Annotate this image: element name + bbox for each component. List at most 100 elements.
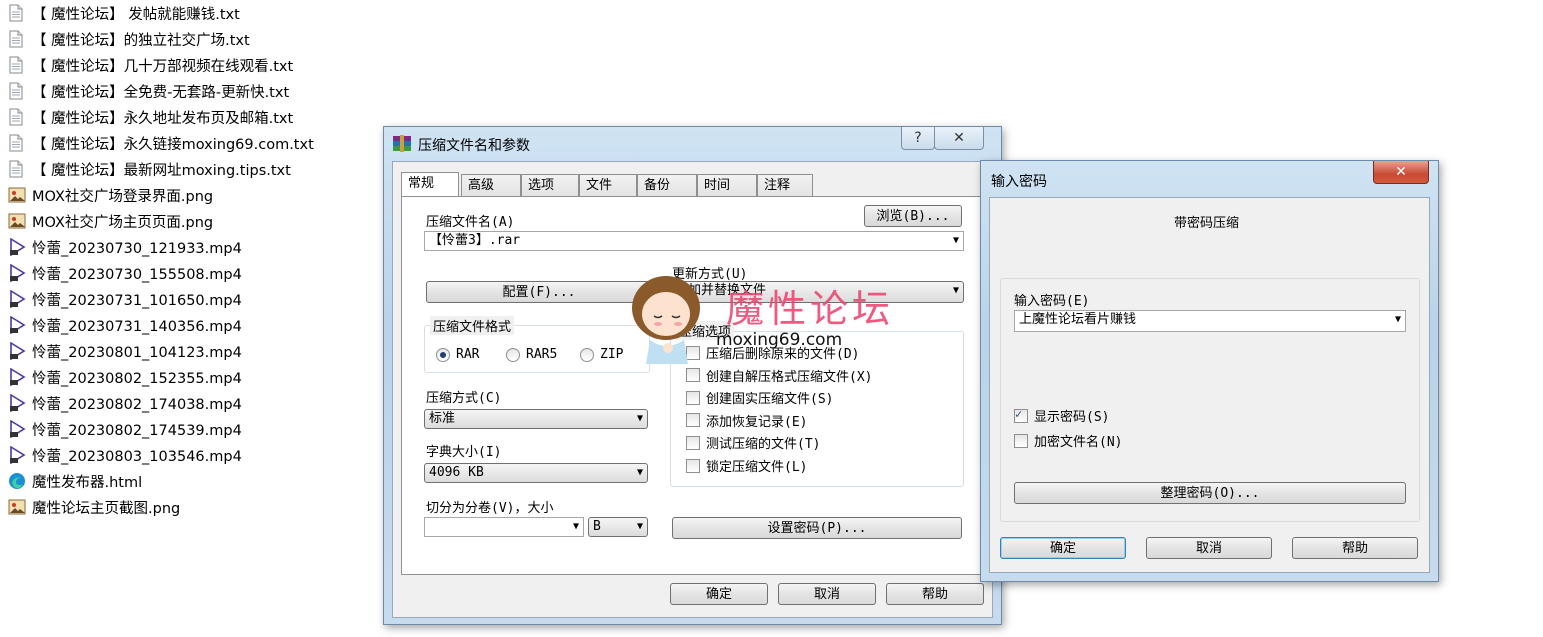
video-file-icon [8, 446, 26, 464]
password-combo[interactable]: 上魔性论坛看片赚钱 ▼ [1014, 310, 1406, 332]
file-name: 怜蕾_20230802_174038.mp4 [32, 396, 242, 413]
checkbox-box [686, 435, 700, 450]
file-item[interactable]: 怜蕾_20230730_121933.mp4 [8, 234, 378, 260]
split-size-combo[interactable]: ▼ [424, 517, 584, 537]
password-dialog: 输入密码 ✕ 带密码压缩 输入密码(E) 上魔性论坛看片赚钱 ▼ 显示密码(S)… [980, 160, 1439, 582]
browse-button[interactable]: 浏览(B)... [864, 205, 962, 227]
help-title-button[interactable]: ? [901, 127, 935, 150]
text-file-icon [8, 4, 26, 22]
winrar-icon [392, 135, 412, 153]
option-checkbox[interactable]: 压缩后删除原来的文件(D) [686, 343, 859, 362]
help-button[interactable]: 帮助 [1292, 537, 1418, 559]
radio-dot [506, 347, 520, 362]
tab-comment[interactable]: 注释 [757, 174, 813, 196]
radio-rar5[interactable]: RAR5 [506, 347, 557, 362]
file-item[interactable]: 怜蕾_20230730_155508.mp4 [8, 260, 378, 286]
password-dialog-titlebar[interactable]: 输入密码 ✕ [981, 161, 1438, 195]
tab-options[interactable]: 选项 [521, 174, 579, 196]
file-item[interactable]: 怜蕾_20230802_174038.mp4 [8, 390, 378, 416]
tab-general[interactable]: 常规 [401, 172, 459, 196]
update-mode-combo[interactable]: 添加并替换文件 ▼ [670, 281, 964, 303]
file-name: 魔性发布器.html [32, 474, 143, 491]
text-file-icon [8, 30, 26, 48]
tab-label: 高级 [468, 178, 495, 193]
show-password-checkbox[interactable]: 显示密码(S) [1014, 406, 1109, 425]
archive-dialog-titlebar[interactable]: 压缩文件名和参数 ? ✕ [384, 127, 1001, 161]
ok-button[interactable]: 确定 [1000, 537, 1126, 559]
video-file-icon [8, 368, 26, 386]
checkbox-box-checked [1014, 407, 1028, 423]
dict-combo[interactable]: 4096 KB ▼ [424, 463, 648, 483]
close-title-button[interactable]: ✕ [1373, 161, 1429, 184]
archive-name-combo[interactable]: 【怜蕾3】.rar ▼ [424, 231, 964, 251]
file-item[interactable]: 怜蕾_20230803_103546.mp4 [8, 442, 378, 468]
radio-label: RAR [456, 347, 480, 362]
set-password-button[interactable]: 设置密码(P)... [672, 517, 962, 539]
file-item[interactable]: 【 魔性论坛】几十万部视频在线观看.txt [8, 52, 378, 78]
radio-label: RAR5 [526, 347, 558, 362]
file-item[interactable]: 【 魔性论坛】最新网址moxing.tips.txt [8, 156, 378, 182]
update-mode-label: 更新方式(U) [672, 267, 748, 282]
radio-dot-selected [436, 347, 450, 362]
file-item[interactable]: 怜蕾_20230731_140356.mp4 [8, 312, 378, 338]
file-name: 【 魔性论坛】几十万部视频在线观看.txt [32, 58, 294, 75]
profiles-button[interactable]: 配置(F)... [426, 281, 652, 303]
option-checkbox[interactable]: 锁定压缩文件(L) [686, 456, 807, 475]
tab-time[interactable]: 时间 [697, 174, 757, 196]
help-button[interactable]: 帮助 [886, 583, 984, 605]
dropdown-arrow-icon: ▼ [572, 521, 579, 532]
split-unit-combo[interactable]: B ▼ [588, 517, 648, 537]
ok-button[interactable]: 确定 [670, 583, 768, 605]
tab-backup[interactable]: 备份 [637, 174, 697, 196]
video-file-icon [8, 394, 26, 412]
close-title-button[interactable]: ✕ [934, 127, 984, 150]
option-checkbox[interactable]: 创建固实压缩文件(S) [686, 388, 833, 407]
dropdown-arrow-icon: ▼ [636, 413, 643, 424]
file-item[interactable]: 魔性发布器.html [8, 468, 378, 494]
radio-zip[interactable]: ZIP [580, 347, 623, 362]
cancel-button[interactable]: 取消 [1146, 537, 1272, 559]
file-item[interactable]: 魔性论坛主页截图.png [8, 494, 378, 520]
file-item[interactable]: MOX社交广场登录界面.png [8, 182, 378, 208]
checkbox-label: 压缩后删除原来的文件(D) [706, 347, 860, 362]
radio-rar[interactable]: RAR [436, 347, 479, 362]
dict-label: 字典大小(I) [426, 445, 502, 460]
file-item[interactable]: 【 魔性论坛】的独立社交广场.txt [8, 26, 378, 52]
tab-label: 注释 [764, 178, 791, 193]
file-item[interactable]: 【 魔性论坛】永久地址发布页及邮箱.txt [8, 104, 378, 130]
option-checkbox[interactable]: 测试压缩的文件(T) [686, 433, 820, 452]
option-checkbox[interactable]: 添加恢复记录(E) [686, 411, 807, 430]
text-file-icon [8, 82, 26, 100]
file-item[interactable]: 怜蕾_20230802_152355.mp4 [8, 364, 378, 390]
method-combo[interactable]: 标准 ▼ [424, 409, 648, 429]
file-item[interactable]: 怜蕾_20230731_101650.mp4 [8, 286, 378, 312]
checkbox-box [686, 413, 700, 428]
tab-page-general: 压缩文件名(A) 浏览(B)... 【怜蕾3】.rar ▼ 更新方式(U) 配置… [401, 196, 985, 575]
checkbox-label: 创建固实压缩文件(S) [706, 392, 834, 408]
cancel-button[interactable]: 取消 [778, 583, 876, 605]
file-name: 【 魔性论坛】的独立社交广场.txt [32, 32, 250, 49]
file-name: 怜蕾_20230731_101650.mp4 [32, 292, 242, 309]
file-item[interactable]: MOX社交广场主页页面.png [8, 208, 378, 234]
file-item[interactable]: 【 魔性论坛】 发帖就能赚钱.txt [8, 0, 378, 26]
checkbox-label: 加密文件名(N) [1034, 435, 1123, 450]
password-dialog-body: 带密码压缩 输入密码(E) 上魔性论坛看片赚钱 ▼ 显示密码(S) 加密文件名(… [989, 197, 1430, 573]
file-item[interactable]: 怜蕾_20230802_174539.mp4 [8, 416, 378, 442]
file-name: 【 魔性论坛】永久链接moxing69.com.txt [32, 136, 314, 153]
archive-dialog: 压缩文件名和参数 ? ✕ 常规 高级 选项 文件 备份 时间 注释 压缩文件名(… [383, 126, 1002, 625]
dropdown-arrow-icon: ▼ [1394, 314, 1401, 325]
file-name: MOX社交广场主页页面.png [32, 214, 214, 231]
dropdown-arrow-icon: ▼ [636, 467, 643, 478]
close-icon: ✕ [953, 130, 965, 146]
split-label: 切分为分卷(V)，大小 [426, 501, 554, 516]
password-value: 上魔性论坛看片赚钱 [1019, 312, 1137, 327]
option-checkbox[interactable]: 创建自解压格式压缩文件(X) [686, 366, 872, 385]
tab-advanced[interactable]: 高级 [461, 174, 521, 196]
file-item[interactable]: 怜蕾_20230801_104123.mp4 [8, 338, 378, 364]
video-file-icon [8, 290, 26, 308]
tab-files[interactable]: 文件 [579, 174, 637, 196]
file-item[interactable]: 【 魔性论坛】永久链接moxing69.com.txt [8, 130, 378, 156]
encrypt-names-checkbox[interactable]: 加密文件名(N) [1014, 431, 1122, 450]
organize-passwords-button[interactable]: 整理密码(O)... [1014, 482, 1406, 504]
file-item[interactable]: 【 魔性论坛】全免费-无套路-更新快.txt [8, 78, 378, 104]
